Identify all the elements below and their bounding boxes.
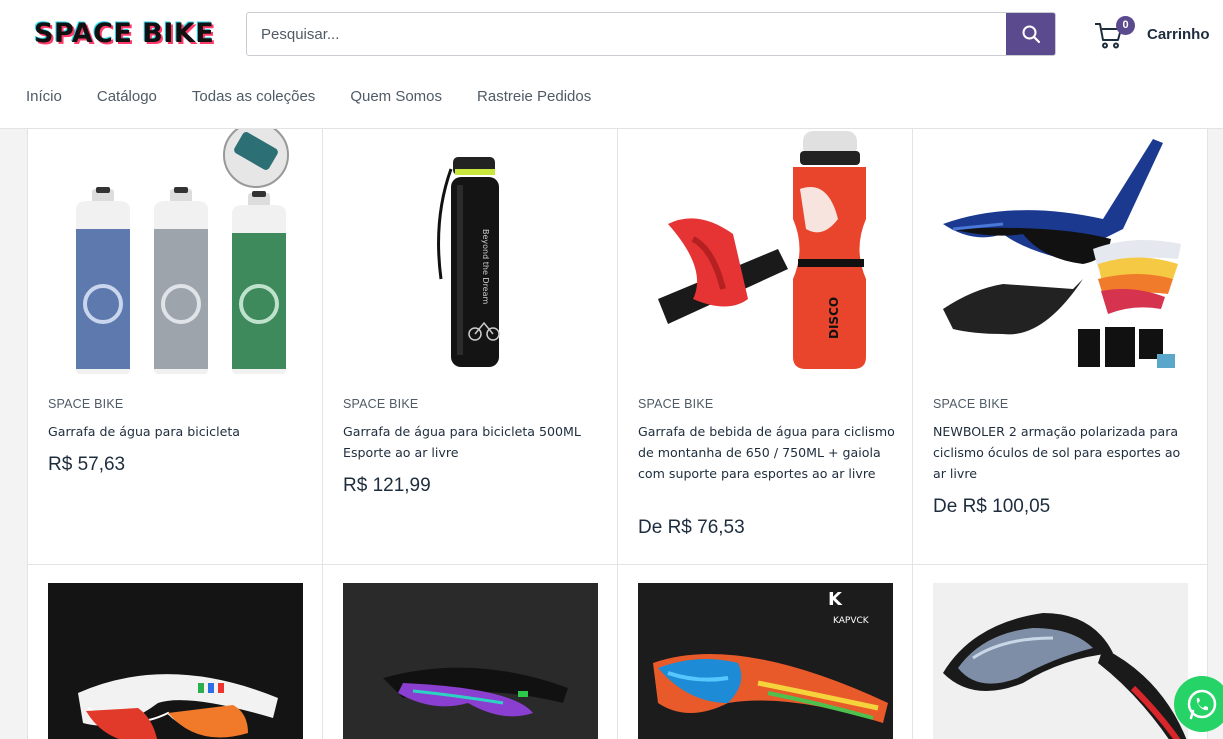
product-grid: SPACE BIKE Garrafa de água para biciclet… [27,129,1208,739]
product-vendor: SPACE BIKE [638,397,714,411]
nav-item-colecoes[interactable]: Todas as coleções [192,88,315,105]
nav-item-quem-somos[interactable]: Quem Somos [350,88,442,105]
main-nav: Início Catálogo Todas as coleções Quem S… [26,88,626,105]
product-image-colorful-glasses[interactable]: K KAPVCK [638,583,893,739]
product-card[interactable]: SPACE BIKE Garrafa de água para biciclet… [28,129,323,564]
search-button[interactable] [1006,13,1055,55]
product-card[interactable] [323,565,618,739]
product-image-blue-sunglasses-kit[interactable] [933,129,1188,374]
product-card[interactable] [28,565,323,739]
nav-item-rastreie-pedidos[interactable]: Rastreie Pedidos [477,88,591,105]
whatsapp-icon [1187,689,1217,720]
cart-count-badge: 0 [1116,16,1135,35]
nav-item-inicio[interactable]: Início [26,88,62,105]
product-price: R$ 57,63 [48,454,126,475]
product-image-red-bottle-cage[interactable]: DISCO [638,129,893,374]
product-title[interactable]: Garrafa de água para bicicleta 500ML Esp… [343,421,601,463]
site-header: SPACE BIKE 0 Carrinho Início Catálogo To… [0,0,1223,129]
product-price: R$ 121,99 [343,475,431,496]
product-price: De R$ 100,05 [933,496,1051,517]
search-bar [246,12,1056,56]
cart-label: Carrinho [1147,26,1210,43]
product-image-black-visor-glasses[interactable] [343,583,598,739]
product-image-black-red-glasses[interactable] [933,583,1188,739]
whatsapp-button[interactable] [1174,676,1223,732]
product-image-three-bottles[interactable] [48,129,303,374]
svg-text:K: K [828,589,843,610]
product-image-white-sport-glasses[interactable] [48,583,303,739]
product-card[interactable] [913,565,1208,739]
search-input[interactable] [247,13,1007,55]
product-vendor: SPACE BIKE [933,397,1009,411]
product-row: K KAPVCK [28,565,1208,739]
product-card[interactable]: DISCO SPACE BIKE Garrafa de bebida de ág… [618,129,913,564]
product-image-black-flask[interactable]: Beyond the Dream [343,129,598,374]
brand-logo[interactable]: SPACE BIKE [34,18,214,49]
kapvck-logo-text: KAPVCK [833,616,870,626]
search-icon [1022,25,1040,44]
product-title[interactable]: Garrafa de água para bicicleta [48,421,306,442]
nav-item-catalogo[interactable]: Catálogo [97,88,157,105]
product-price: De R$ 76,53 [638,517,745,538]
product-card[interactable]: K KAPVCK [618,565,913,739]
product-title[interactable]: Garrafa de bebida de água para ciclismo … [638,421,896,484]
product-card[interactable]: Beyond the Dream SPACE BIKE Garrafa de á… [323,129,618,564]
product-title[interactable]: NEWBOLER 2 armação polarizada para cicli… [933,421,1191,484]
cart-button[interactable]: 0 Carrinho [1094,16,1219,56]
svg-text:Beyond the Dream: Beyond the Dream [481,229,490,305]
product-card[interactable]: SPACE BIKE NEWBOLER 2 armação polarizada… [913,129,1208,564]
product-row: SPACE BIKE Garrafa de água para biciclet… [28,129,1208,565]
product-vendor: SPACE BIKE [48,397,124,411]
svg-text:DISCO: DISCO [827,297,841,339]
product-vendor: SPACE BIKE [343,397,419,411]
